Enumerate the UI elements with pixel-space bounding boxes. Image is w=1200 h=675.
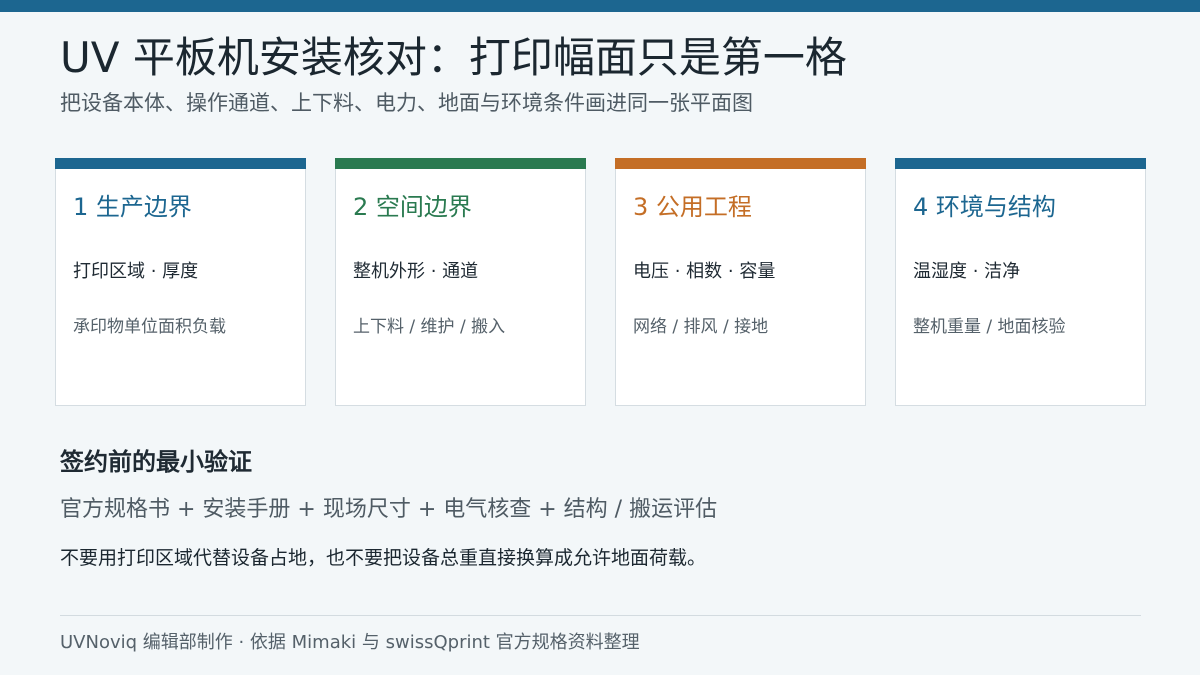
card-accent-stripe — [55, 158, 306, 169]
checklist-cards: 1 生产边界 打印区域 · 厚度 承印物单位面积负载 2 空间边界 整机外形 ·… — [55, 158, 1146, 406]
page-title: UV 平板机安装核对：打印幅面只是第一格 — [60, 33, 847, 82]
card-main-items: 整机外形 · 通道 — [353, 261, 479, 282]
card-main-items: 电压 · 相数 · 容量 — [633, 261, 776, 282]
card-title: 1 生产边界 — [73, 193, 192, 221]
card-production-boundary: 1 生产边界 打印区域 · 厚度 承印物单位面积负载 — [55, 158, 306, 406]
footer-divider — [60, 615, 1141, 616]
card-space-boundary: 2 空间边界 整机外形 · 通道 上下料 / 维护 / 搬入 — [335, 158, 586, 406]
card-main-items: 温湿度 · 洁净 — [913, 261, 1021, 282]
top-accent-bar — [0, 0, 1200, 12]
footer-credit: UVNoviq 编辑部制作 · 依据 Mimaki 与 swissQprint … — [60, 632, 640, 653]
warning-note: 不要用打印区域代替设备占地，也不要把设备总重直接换算成允许地面荷载。 — [60, 547, 707, 569]
card-sub-items: 上下料 / 维护 / 搬入 — [353, 317, 506, 337]
card-sub-items: 网络 / 排风 / 接地 — [633, 317, 769, 337]
card-environment-structure: 4 环境与结构 温湿度 · 洁净 整机重量 / 地面核验 — [895, 158, 1146, 406]
verification-items: 官方规格书 + 安装手册 + 现场尺寸 + 电气核查 + 结构 / 搬运评估 — [60, 497, 718, 522]
card-title: 4 环境与结构 — [913, 193, 1056, 221]
page-subtitle: 把设备本体、操作通道、上下料、电力、地面与环境条件画进同一张平面图 — [60, 91, 753, 115]
card-accent-stripe — [615, 158, 866, 169]
card-accent-stripe — [335, 158, 586, 169]
card-main-items: 打印区域 · 厚度 — [73, 261, 199, 282]
card-sub-items: 承印物单位面积负载 — [73, 317, 226, 337]
card-sub-items: 整机重量 / 地面核验 — [913, 317, 1066, 337]
card-accent-stripe — [895, 158, 1146, 169]
card-utilities: 3 公用工程 电压 · 相数 · 容量 网络 / 排风 / 接地 — [615, 158, 866, 406]
card-title: 3 公用工程 — [633, 193, 752, 221]
verification-heading: 签约前的最小验证 — [60, 448, 252, 476]
card-title: 2 空间边界 — [353, 193, 472, 221]
